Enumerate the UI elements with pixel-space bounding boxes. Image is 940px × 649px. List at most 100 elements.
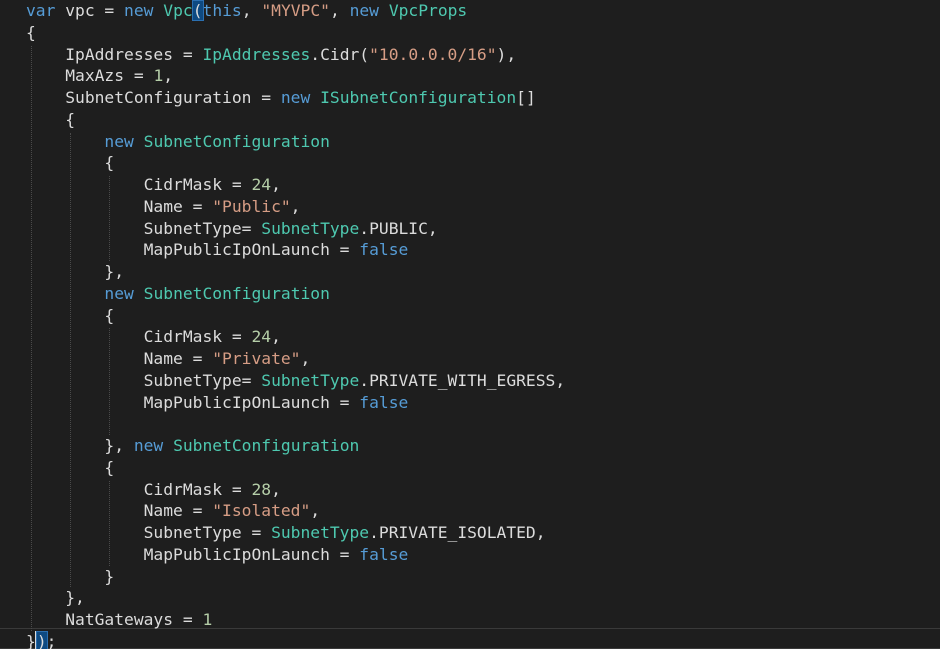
code-token: }: [26, 566, 115, 586]
code-token: MapPublicIpOnLaunch =: [26, 392, 360, 412]
code-token: CidrMask =: [26, 327, 252, 347]
code-token: Name =: [26, 501, 213, 521]
code-line[interactable]: Name = "Private",: [26, 348, 311, 370]
code-token: MapPublicIpOnLaunch =: [26, 544, 360, 564]
code-token: IpAddresses =: [26, 44, 203, 64]
code-token: ISubnetConfiguration: [320, 88, 517, 107]
code-token: false: [359, 544, 409, 564]
code-token: SubnetType=: [26, 218, 262, 238]
code-line[interactable]: }: [26, 566, 114, 588]
code-token: SubnetType: [271, 523, 370, 542]
code-token: ,: [271, 175, 281, 194]
code-token: new: [280, 88, 311, 107]
code-line[interactable]: MaxAzs = 1,: [26, 65, 173, 87]
code-token: Name =: [26, 349, 213, 368]
code-line[interactable]: {: [26, 109, 75, 131]
code-token: 1: [202, 610, 213, 629]
code-token: SubnetConfiguration: [173, 436, 360, 455]
code-editor[interactable]: var vpc = new Vpc(this, "MYVPC", new Vpc…: [0, 0, 940, 649]
code-line[interactable]: SubnetType= SubnetType.PRIVATE_WITH_EGRE…: [26, 370, 566, 392]
code-token: },: [26, 436, 134, 455]
code-token: SubnetType=: [26, 370, 262, 390]
code-token: },: [26, 588, 85, 608]
code-token: SubnetConfiguration: [143, 283, 330, 303]
code-token: ,: [290, 196, 301, 216]
code-token: vpc =: [55, 1, 125, 20]
code-token: 24: [251, 327, 272, 347]
code-line[interactable]: MapPublicIpOnLaunch = false: [26, 392, 409, 414]
code-token: ,: [271, 327, 281, 347]
current-line-highlight: [0, 628, 940, 649]
code-line[interactable]: MapPublicIpOnLaunch = false: [26, 239, 409, 261]
code-token: CidrMask =: [26, 175, 252, 194]
code-line[interactable]: {: [26, 22, 36, 44]
code-token: 28: [251, 479, 272, 499]
code-token: SubnetConfiguration: [143, 131, 330, 151]
code-token: []: [516, 88, 536, 107]
code-token: var: [26, 1, 56, 20]
code-token: false: [359, 392, 409, 412]
code-line[interactable]: new SubnetConfiguration: [26, 131, 330, 153]
code-token: ,: [310, 501, 321, 521]
code-token: "Public": [212, 196, 291, 216]
code-line[interactable]: SubnetConfiguration = new ISubnetConfigu…: [26, 87, 536, 109]
code-token: IpAddresses: [202, 44, 311, 64]
code-line[interactable]: }, new SubnetConfiguration: [26, 435, 359, 457]
code-token: Vpc: [163, 1, 193, 20]
code-token: MapPublicIpOnLaunch =: [26, 240, 360, 260]
code-line[interactable]: IpAddresses = IpAddresses.Cidr("10.0.0.0…: [26, 44, 516, 66]
code-token: ,: [241, 1, 262, 20]
code-token: .Cidr(: [310, 44, 370, 64]
code-token: {: [26, 153, 115, 173]
code-line[interactable]: },: [26, 587, 85, 609]
code-line[interactable]: SubnetType= SubnetType.PUBLIC,: [26, 218, 438, 240]
code-line[interactable]: {: [26, 457, 114, 479]
code-token: {: [26, 457, 115, 477]
code-token: new: [104, 131, 134, 151]
code-line[interactable]: {: [26, 152, 114, 174]
code-line[interactable]: new SubnetConfiguration: [26, 283, 330, 305]
code-token: "Isolated": [212, 501, 311, 521]
code-token: VpcProps: [388, 1, 468, 20]
code-token: {: [26, 109, 76, 129]
matched-paren: (: [191, 0, 204, 21]
code-token: "Private": [212, 349, 301, 368]
code-token: SubnetType =: [26, 523, 272, 542]
code-token: .PRIVATE_WITH_EGRESS,: [359, 370, 566, 390]
code-token: ,: [329, 1, 350, 20]
code-token: SubnetType: [261, 218, 360, 238]
code-token: 24: [251, 175, 272, 194]
code-token: new: [349, 1, 379, 20]
code-line[interactable]: CidrMask = 24,: [26, 174, 281, 196]
code-line[interactable]: Name = "Isolated",: [26, 500, 320, 522]
code-token: {: [26, 305, 115, 325]
code-line[interactable]: Name = "Public",: [26, 196, 301, 218]
code-token: NatGateways =: [26, 610, 203, 629]
code-token: SubnetConfiguration =: [26, 88, 281, 107]
code-token: ,: [271, 479, 281, 499]
code-line[interactable]: MapPublicIpOnLaunch = false: [26, 544, 409, 566]
code-token: .PRIVATE_ISOLATED,: [369, 523, 546, 542]
code-token: ,: [300, 349, 311, 368]
code-token: new: [133, 436, 164, 455]
code-line[interactable]: {: [26, 305, 114, 327]
code-token: Name =: [26, 196, 213, 216]
code-line[interactable]: var vpc = new Vpc(this, "MYVPC", new Vpc…: [26, 0, 467, 22]
code-line[interactable]: },: [26, 261, 124, 283]
code-line[interactable]: NatGateways = 1: [26, 609, 212, 631]
code-line[interactable]: CidrMask = 24,: [26, 326, 281, 348]
code-line[interactable]: CidrMask = 28,: [26, 479, 281, 501]
matched-paren: ): [35, 630, 48, 649]
code-token: "10.0.0.0/16": [369, 44, 497, 64]
code-line[interactable]: });: [26, 630, 56, 649]
code-line[interactable]: SubnetType = SubnetType.PRIVATE_ISOLATED…: [26, 522, 546, 544]
code-token: new: [104, 283, 134, 303]
